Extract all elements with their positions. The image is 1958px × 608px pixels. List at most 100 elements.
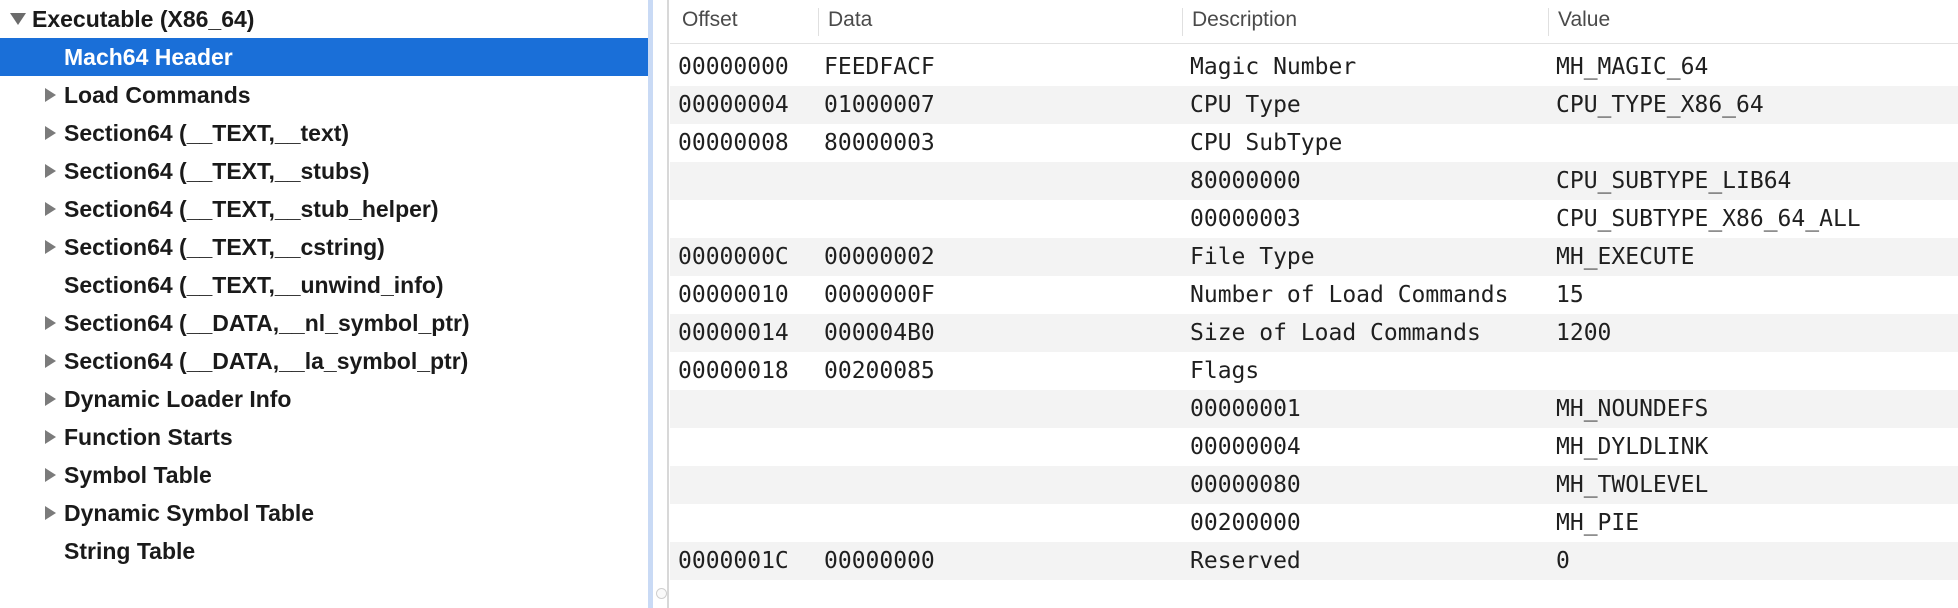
cell-offset: 0000001C [678, 548, 789, 574]
tree-item[interactable]: Section64 (__TEXT,__cstring) [0, 228, 648, 266]
table-row[interactable]: 00000014 000004B0 Size of Load Commands 120… [670, 314, 1958, 352]
disclosure-triangle-right-icon[interactable] [40, 494, 60, 532]
column-header-value[interactable]: Value [1548, 0, 1611, 43]
disclosure-triangle-right-icon[interactable] [40, 418, 60, 456]
cell-data: FEEDFACF [824, 54, 935, 80]
tree-item[interactable]: Section64 (__DATA,__nl_symbol_ptr) [0, 304, 648, 342]
disclosure-triangle-right-icon[interactable] [40, 304, 60, 342]
table-row[interactable]: 00000001 MH_NOUNDEFS [670, 390, 1958, 428]
tree-item[interactable]: Section64 (__TEXT,__stubs) [0, 152, 648, 190]
cell-description: Magic Number [1190, 54, 1357, 80]
tree-root-label: Executable (X86_64) [32, 6, 255, 32]
tree-item-label: Section64 (__TEXT,__stubs) [64, 158, 370, 184]
tree-children: Mach64 Header Load Commands Section64 (__T… [0, 38, 648, 570]
table-row[interactable]: 80000000 CPU_SUBTYPE_LIB64 [670, 162, 1958, 200]
table-row[interactable]: 00000080 MH_TWOLEVEL [670, 466, 1958, 504]
cell-description: 80000000 [1190, 168, 1301, 194]
table-row[interactable]: 0000001C 00000000 Reserved 0 [670, 542, 1958, 580]
table-row[interactable]: 00000008 80000003 CPU SubType [670, 124, 1958, 162]
cell-value: MH_NOUNDEFS [1556, 396, 1709, 422]
cell-offset: 00000014 [678, 320, 789, 346]
cell-value: CPU_SUBTYPE_X86_64_ALL [1556, 206, 1861, 232]
column-header-data-label: Data [828, 8, 873, 31]
tree-item[interactable]: Mach64 Header [0, 38, 648, 76]
tree-item[interactable]: Dynamic Symbol Table [0, 494, 648, 532]
tree-item[interactable]: Section64 (__TEXT,__unwind_info) [0, 266, 648, 304]
table-row[interactable]: 00000000 FEEDFACF Magic Number MH_MAGIC_64 [670, 48, 1958, 86]
tree-root-executable[interactable]: Executable (X86_64) [0, 0, 648, 38]
table-row[interactable]: 00200000 MH_PIE [670, 504, 1958, 542]
column-separator[interactable] [818, 8, 819, 36]
cell-data: 01000007 [824, 92, 935, 118]
disclosure-triangle-right-icon[interactable] [40, 152, 60, 190]
tree-item[interactable]: Dynamic Loader Info [0, 380, 648, 418]
tree-item[interactable]: Section64 (__TEXT,__text) [0, 114, 648, 152]
table-row[interactable]: 00000010 0000000F Number of Load Commands 1… [670, 276, 1958, 314]
column-header-offset-label: Offset [682, 8, 738, 31]
cell-value: CPU_TYPE_X86_64 [1556, 92, 1764, 118]
tree-item-label: Mach64 Header [64, 44, 233, 70]
cell-description: 00200000 [1190, 510, 1301, 536]
cell-offset: 00000010 [678, 282, 789, 308]
tree-item-label: Section64 (__DATA,__la_symbol_ptr) [64, 348, 469, 374]
cell-value: MH_MAGIC_64 [1556, 54, 1709, 80]
cell-data: 00200085 [824, 358, 935, 384]
cell-value: MH_TWOLEVEL [1556, 472, 1709, 498]
column-header-value-label: Value [1558, 8, 1611, 31]
cell-data: 00000002 [824, 244, 935, 270]
tree-item[interactable]: Symbol Table [0, 456, 648, 494]
tree-item[interactable]: Section64 (__DATA,__la_symbol_ptr) [0, 342, 648, 380]
table-row[interactable]: 00000004 MH_DYLDLINK [670, 428, 1958, 466]
tree-item-label: String Table [64, 538, 196, 564]
disclosure-triangle-right-icon[interactable] [40, 456, 60, 494]
tree-item-label: Dynamic Symbol Table [64, 500, 315, 526]
cell-offset: 00000004 [678, 92, 789, 118]
table-row[interactable]: 00000018 00200085 Flags [670, 352, 1958, 390]
tree-item[interactable]: Section64 (__TEXT,__stub_helper) [0, 190, 648, 228]
cell-description: Size of Load Commands [1190, 320, 1481, 346]
disclosure-triangle-right-icon[interactable] [40, 228, 60, 266]
cell-value: MH_PIE [1556, 510, 1640, 536]
disclosure-triangle-right-icon[interactable] [40, 380, 60, 418]
column-header-offset[interactable]: Offset [682, 0, 738, 43]
disclosure-triangle-right-icon[interactable] [40, 114, 60, 152]
tree-item[interactable]: Function Starts [0, 418, 648, 456]
tree-item-label: Dynamic Loader Info [64, 386, 292, 412]
tree-item[interactable]: String Table [0, 532, 648, 570]
tree-item-label: Section64 (__DATA,__nl_symbol_ptr) [64, 310, 470, 336]
cell-description: Reserved [1190, 548, 1301, 574]
table-row[interactable]: 00000003 CPU_SUBTYPE_X86_64_ALL [670, 200, 1958, 238]
cell-description: Flags [1190, 358, 1260, 384]
cell-description: 00000004 [1190, 434, 1301, 460]
table-row[interactable]: 00000004 01000007 CPU Type CPU_TYPE_X86_64 [670, 86, 1958, 124]
structure-tree[interactable]: Executable (X86_64) Mach64 Header Load Co… [0, 0, 648, 608]
column-header-description[interactable]: Description [1182, 0, 1297, 43]
tree-item-label: Section64 (__TEXT,__stub_helper) [64, 196, 439, 222]
cell-data: 0000000F [824, 282, 935, 308]
disclosure-triangle-right-icon[interactable] [40, 190, 60, 228]
disclosure-triangle-down-icon[interactable] [8, 0, 28, 38]
divider-handle[interactable] [656, 588, 667, 599]
cell-description: 00000001 [1190, 396, 1301, 422]
cell-description: 00000003 [1190, 206, 1301, 232]
column-separator[interactable] [1548, 8, 1549, 36]
cell-offset: 00000000 [678, 54, 789, 80]
disclosure-triangle-right-icon[interactable] [40, 76, 60, 114]
tree-item-label: Load Commands [64, 82, 251, 108]
disclosure-triangle-right-icon[interactable] [40, 342, 60, 380]
tree-item-label: Section64 (__TEXT,__cstring) [64, 234, 385, 260]
tree-item-label: Section64 (__TEXT,__unwind_info) [64, 272, 444, 298]
cell-description: File Type [1190, 244, 1315, 270]
cell-value: 1200 [1556, 320, 1612, 346]
cell-value: 15 [1556, 282, 1584, 308]
cell-value: MH_DYLDLINK [1556, 434, 1709, 460]
cell-offset: 00000018 [678, 358, 789, 384]
column-header-data[interactable]: Data [818, 0, 873, 43]
table-header: Offset Data Description Value [670, 0, 1958, 44]
cell-value: MH_EXECUTE [1556, 244, 1695, 270]
cell-value: CPU_SUBTYPE_LIB64 [1556, 168, 1792, 194]
tree-item[interactable]: Load Commands [0, 76, 648, 114]
split-view-divider[interactable] [648, 0, 670, 608]
table-row[interactable]: 0000000C 00000002 File Type MH_EXECUTE [670, 238, 1958, 276]
column-separator[interactable] [1182, 8, 1183, 36]
